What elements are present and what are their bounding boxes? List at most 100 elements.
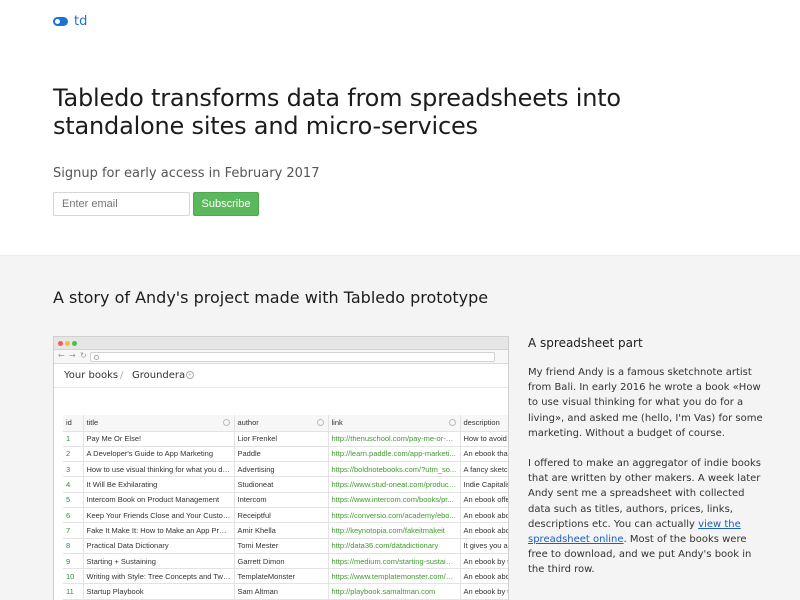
table-row: 10 Writing with Style: Tree Concepts and … <box>63 568 508 585</box>
cell-link: http://learn.paddle.com/app-marketi... <box>328 446 461 463</box>
cell-link: https://www.intercom.com/books/pr... <box>328 492 461 508</box>
cell-author: Lior Frenkel <box>234 431 329 447</box>
cell-title: Startup Playbook <box>83 583 235 600</box>
cell-description: An ebook abc <box>460 507 508 524</box>
cell-author: Advertising <box>234 461 329 478</box>
window-titlebar <box>54 337 508 350</box>
cell-description: An ebook abc <box>460 568 508 585</box>
table-row: 5 Intercom Book on Product Management Inte… <box>63 492 508 508</box>
cell-title: Fake It Make It: How to Make an App Prot… <box>83 522 235 539</box>
logo[interactable]: td <box>53 14 87 29</box>
cell-author: Receiptful <box>234 507 329 524</box>
section-heading: A spreadsheet part <box>528 336 643 350</box>
table-row: 8 Practical Data Dictionary Tomi Mester htt… <box>63 538 508 554</box>
toggle-icon <box>53 17 68 26</box>
breadcrumb: Your books / Groundera + <box>54 364 508 388</box>
cell-id: 8 <box>63 538 84 554</box>
story-text: A spreadsheet part My friend Andy is a f… <box>528 336 763 593</box>
cell-link: https://boldnotebooks.com/?utm_so... <box>328 461 461 478</box>
cell-author: Amir Khella <box>234 522 329 539</box>
close-dot-icon <box>58 341 63 346</box>
cell-author: Tomi Mester <box>234 538 329 554</box>
logo-text: td <box>74 14 88 29</box>
cell-description: An ebook by t <box>460 583 508 600</box>
table-row: 7 Fake It Make It: How to Make an App Pro… <box>63 522 508 539</box>
subscribe-button[interactable]: Subscribe <box>193 192 259 216</box>
table-row: 9 Starting + Sustaining Garrett Dimon https… <box>63 553 508 570</box>
browser-mockup: ← → ↻ Your books / Groundera + id title … <box>53 336 509 600</box>
cell-title: Intercom Book on Product Management <box>83 492 235 508</box>
cell-id: 4 <box>63 476 84 493</box>
email-field[interactable] <box>53 192 190 216</box>
column-header-description: description <box>460 415 508 432</box>
cell-link: http://playbook.samaltman.com <box>328 583 461 600</box>
cell-description: A fancy sketch <box>460 461 508 478</box>
table-row: 6 Keep Your Friends Close and Your Custom… <box>63 507 508 524</box>
paragraph-1: My friend Andy is a famous sketchnote ar… <box>528 367 763 439</box>
hero-section: td Tabledo transforms data from spreadsh… <box>0 0 800 255</box>
cell-id: 6 <box>63 507 84 524</box>
cell-title: Starting + Sustaining <box>83 553 235 570</box>
cell-author: Garrett Dimon <box>234 553 329 570</box>
reload-icon: ↻ <box>80 351 87 360</box>
minimize-dot-icon <box>65 341 70 346</box>
table-row: 1 Pay Me Or Else! Lior Frenkel http://thenu… <box>63 431 508 447</box>
cell-id: 11 <box>63 583 84 600</box>
cell-id: 3 <box>63 461 84 478</box>
browser-toolbar: ← → ↻ <box>54 350 508 364</box>
column-menu-icon <box>448 419 456 426</box>
cell-title: How to use visual thinking for what you … <box>83 461 235 478</box>
cell-author: TemplateMonster <box>234 568 329 585</box>
cell-id: 7 <box>63 522 84 539</box>
paragraph-2: I offered to make an aggregator of indie… <box>528 458 762 576</box>
address-bar <box>90 352 495 362</box>
cell-link: http://thenuschool.com/pay-me-or-else <box>328 431 461 447</box>
breadcrumb-your-books: Your books <box>64 370 119 381</box>
cell-id: 9 <box>63 553 84 570</box>
cell-link: https://www.stud-oneat.com/product... <box>328 476 461 493</box>
cell-author: Paddle <box>234 446 329 463</box>
cell-link: https://www.templatemonster.com/bl... <box>328 568 461 585</box>
cell-title: It Will Be Exhilarating <box>83 476 235 493</box>
table-header-row: id title author link description <box>63 415 508 432</box>
back-arrow-icon: ← <box>58 351 65 360</box>
story-section: A story of Andy's project made with Tabl… <box>0 255 800 600</box>
cell-description: Indie Capitalis <box>460 476 508 493</box>
cell-author: Studioneat <box>234 476 329 493</box>
cell-title: Pay Me Or Else! <box>83 431 235 447</box>
cell-link: http://data36.com/datadictionary <box>328 538 461 554</box>
cell-author: Intercom <box>234 492 329 508</box>
column-header-title: title <box>83 415 235 432</box>
cell-link: https://conversio.com/academy/ebo... <box>328 507 461 524</box>
cell-title: A Developer's Guide to App Marketing <box>83 446 235 463</box>
cell-description: An ebook offe <box>460 492 508 508</box>
cell-id: 10 <box>63 568 84 585</box>
cell-description: It gives you a <box>460 538 508 554</box>
cell-title: Writing with Style: Tree Concepts and Tw… <box>83 568 235 585</box>
cell-title: Keep Your Friends Close and Your Custom.… <box>83 507 235 524</box>
plus-circle-icon: + <box>186 371 194 379</box>
column-header-id: id <box>63 415 84 432</box>
cell-id: 1 <box>63 431 84 447</box>
signup-text: Signup for early access in February 2017 <box>53 166 320 181</box>
cell-link: http://keynotopia.com/fakeitmakeit <box>328 522 461 539</box>
breadcrumb-groundera: Groundera <box>132 370 186 381</box>
maximize-dot-icon <box>72 341 77 346</box>
table-row: 2A Developer's Guide to App Marketing Pad… <box>63 446 508 463</box>
story-title: A story of Andy's project made with Tabl… <box>53 288 489 307</box>
column-menu-icon <box>222 419 230 426</box>
cell-description: How to avoid <box>460 431 508 447</box>
cell-description: An ebook by t <box>460 553 508 570</box>
page-title: Tabledo transforms data from spreadsheet… <box>53 84 621 140</box>
table-row: 4 It Will Be Exhilarating Studioneat https:… <box>63 476 508 493</box>
cell-description: An ebook that <box>460 446 508 463</box>
spreadsheet-table: id title author link description 1 Pay Me… <box>63 415 508 600</box>
cell-id: 2 <box>63 446 84 463</box>
column-menu-icon <box>316 419 324 426</box>
cell-author: Sam Altman <box>234 583 329 600</box>
table-row: 3 How to use visual thinking for what you… <box>63 461 508 478</box>
column-header-link: link <box>328 415 461 432</box>
table-row: 11 Startup Playbook Sam Altman http://playb… <box>63 583 508 600</box>
cell-description: An ebook abc <box>460 522 508 539</box>
cell-title: Practical Data Dictionary <box>83 538 235 554</box>
